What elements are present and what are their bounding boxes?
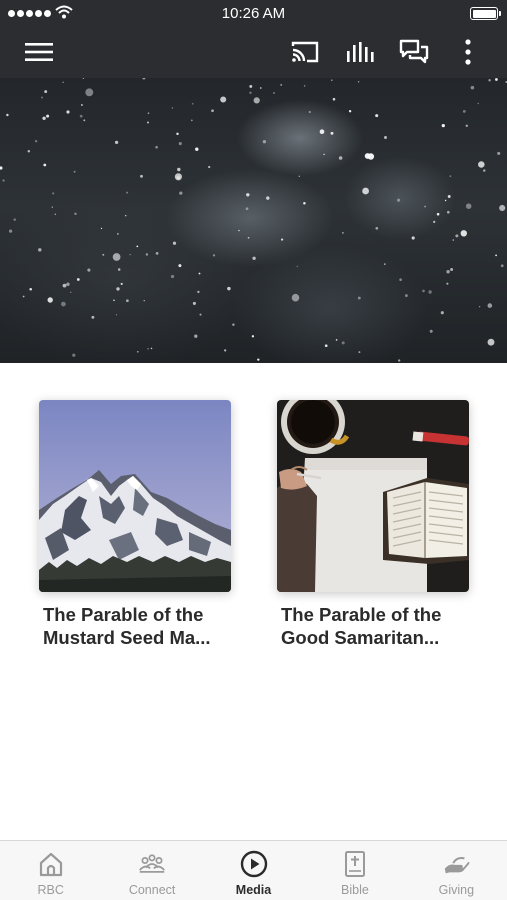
media-title: The Parable of the Mustard Seed Ma... (43, 604, 211, 648)
tab-label: Connect (128, 883, 176, 897)
media-card[interactable]: The Parable of the Mustard Seed Ma... (39, 400, 231, 649)
tab-giving[interactable]: Giving (406, 841, 507, 900)
app-bar (0, 26, 507, 78)
bible-icon (341, 850, 369, 878)
tab-bar: RBC Connect Media Bible Giving (0, 840, 507, 900)
people-icon (138, 850, 166, 878)
church-icon (37, 850, 65, 878)
battery-icon (470, 7, 501, 20)
status-bar: 10:26 AM (0, 0, 507, 26)
snowflakes (0, 78, 507, 362)
tab-label: RBC (37, 883, 64, 897)
audio-button[interactable] (345, 37, 375, 67)
status-time: 10:26 AM (221, 5, 286, 22)
menu-icon (25, 43, 53, 61)
media-card[interactable]: The Parable of the Good Samaritan... (277, 400, 469, 649)
menu-button[interactable] (24, 37, 54, 67)
play-circle-icon (240, 850, 268, 878)
audio-bars-icon (347, 42, 374, 62)
media-title: The Parable of the Good Samaritan... (281, 604, 442, 648)
giving-hand-icon (442, 850, 470, 878)
bible-desk-thumbnail (277, 400, 469, 592)
more-options-button[interactable] (453, 37, 483, 67)
tab-label: Bible (341, 883, 369, 897)
tab-bible[interactable]: Bible (304, 841, 405, 900)
tab-media[interactable]: Media (203, 841, 304, 900)
tab-label: Media (235, 883, 272, 897)
tab-label: Giving (438, 883, 475, 897)
tab-connect[interactable]: Connect (101, 841, 202, 900)
tab-rbc[interactable]: RBC (0, 841, 101, 900)
chat-icon (399, 39, 429, 64)
hero-image (0, 78, 507, 363)
mountain-thumbnail (39, 400, 231, 592)
chat-button[interactable] (399, 37, 429, 67)
cast-button[interactable] (290, 37, 320, 67)
more-vertical-icon (465, 39, 471, 65)
cast-icon (291, 41, 319, 63)
